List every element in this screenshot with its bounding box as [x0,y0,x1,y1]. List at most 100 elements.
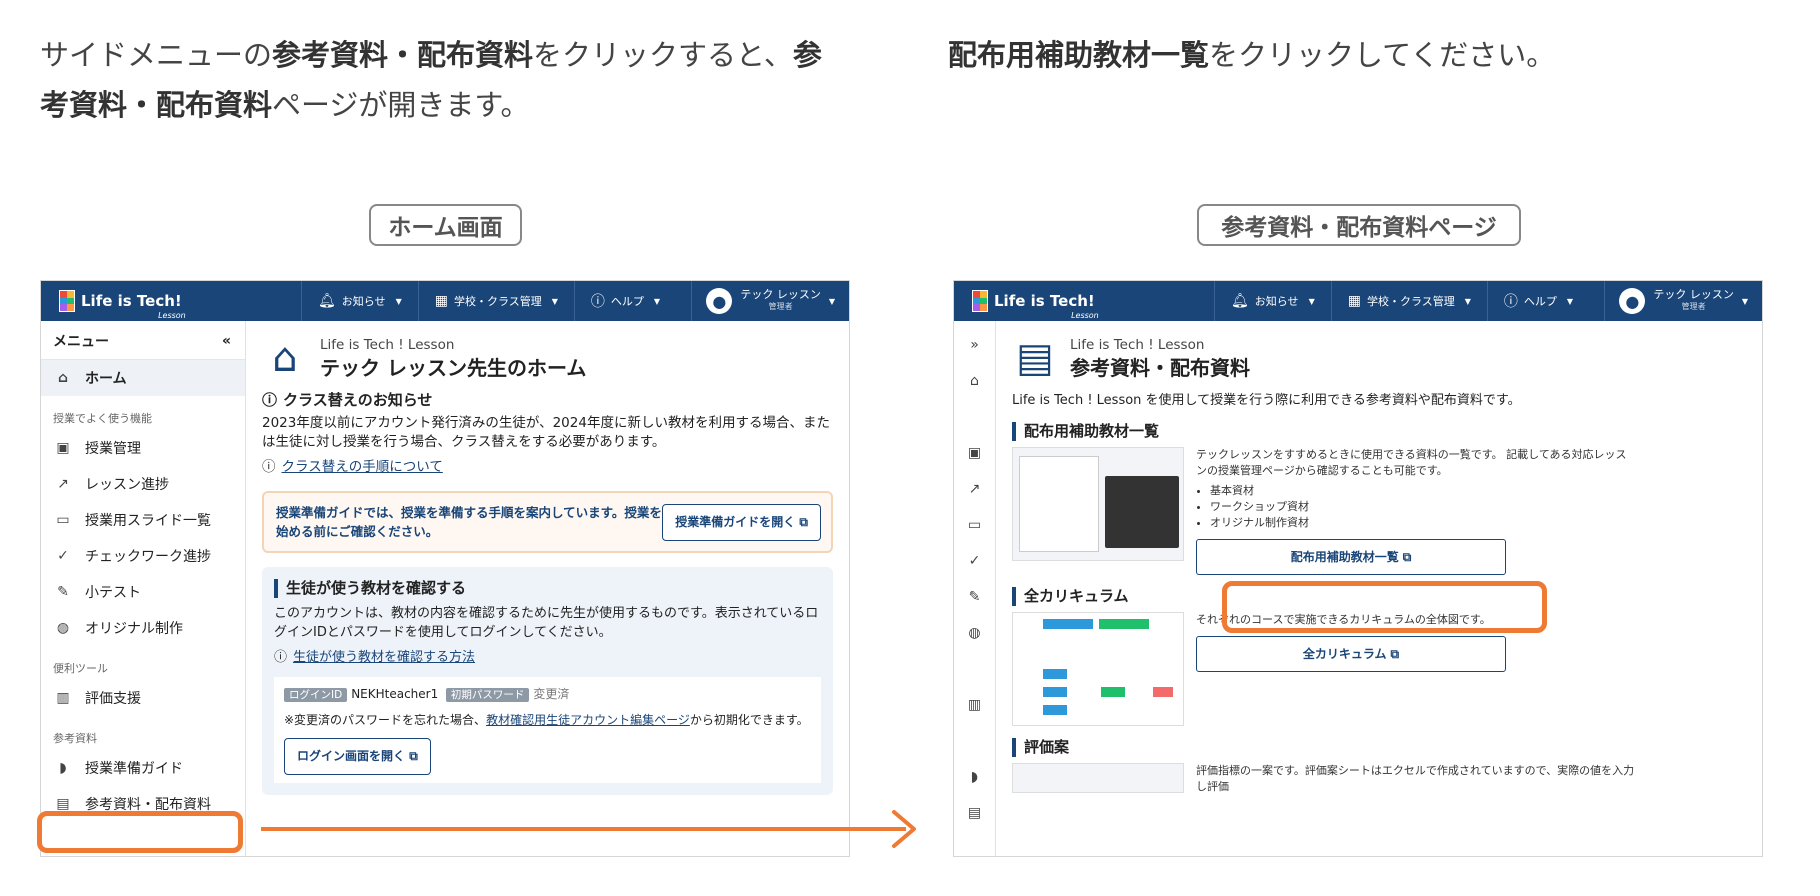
pencil-icon: ✎ [57,584,69,600]
sidebar-item-quiz[interactable]: ✎ 小テスト [41,574,245,610]
credentials-box: ログインID NEKHteacher1 初期パスワード 変更済 ※変更済のパスワード… [274,677,821,783]
help-icon: ⓘ [1503,294,1518,310]
materials-panel: 生徒が使う教材を確認する このアカウントは、教材の内容を確認するために先生が使用… [262,567,833,795]
page-title: テック レッスン先生のホーム [320,355,587,380]
logo[interactable]: Life is Tech! Lesson [954,281,1214,321]
sidebar-item-slides[interactable]: ▭ 授業用スライド一覧 [41,502,245,538]
notice-menu[interactable]: 🔔︎ お知らせ ▼ [301,281,418,321]
arrow-line [261,827,906,831]
presentation-icon: ▭ [56,512,70,528]
trend-icon[interactable]: ↗ [969,471,981,507]
bell-icon: 🔔︎ [1231,293,1249,309]
sidebar-item-home[interactable]: ⌂ ホーム [41,360,245,396]
sidebar-group-lesson: 授業でよく使う機能 [53,412,152,425]
login-screen-button[interactable]: ログイン画面を開く ⧉ [284,738,431,775]
avatar-icon: ● [706,288,733,314]
page-subtitle: Life is Tech ! Lesson [320,336,455,353]
page-title: 参考資料・配布資料 [1070,355,1250,380]
handouts-list-button[interactable]: 配布用補助教材一覧 ⧉ [1196,539,1506,575]
arrow-right-icon [892,810,916,848]
home-icon[interactable]: ⌂ [970,363,979,399]
terminal-icon[interactable]: ▣ [968,435,981,471]
sidebar-item-guide[interactable]: ◗ 授業準備ガイド [41,750,245,786]
sidebar: メニュー « ⌂ ホーム 授業でよく使う機能 ▣ 授業管理 ↗ レッスン進捗 ▭ 授業用ス… [41,321,246,856]
building-icon: ▦ [1347,293,1361,309]
chart-icon: ▥ [56,690,70,706]
home-icon: ⌂ [272,334,298,381]
chart-icon[interactable]: ▥ [968,687,981,723]
user-menu[interactable]: ● テック レッスン 管理者 ▼ [691,281,849,321]
caption-home: ホーム画面 [369,204,522,246]
section-title-evaluation: 評価案 [1012,738,1746,757]
sidebar-item-class-management[interactable]: ▣ 授業管理 [41,430,245,466]
expand-icon[interactable]: » [970,327,979,363]
pencil-icon[interactable]: ✎ [969,579,981,615]
check-circle-icon[interactable]: ✓ [969,543,981,579]
home-icon: ⌂ [57,370,69,386]
caret-down-icon: ▼ [1741,296,1748,306]
resources-screen: Life is Tech! Lesson 🔔︎ お知らせ ▼ ▦ 学校・クラス管理 ▼ ⓘ… [953,280,1763,857]
help-menu[interactable]: ⓘ ヘルプ ▼ [573,281,676,321]
document-edit-icon[interactable]: ▤ [968,795,981,831]
handouts-list: 基本資材 ワークショップ資材 オリジナル制作資材 [1196,483,1636,531]
curriculum-button[interactable]: 全カリキュラム ⧉ [1196,636,1506,672]
menu-title: メニュー [53,334,109,350]
logo[interactable]: Life is Tech! Lesson [41,281,301,321]
document-edit-icon: ▤ [1016,334,1054,381]
instruction-right: 配布用補助教材一覧をクリックしてください。 [948,38,1556,72]
notice-menu[interactable]: 🔔︎ お知らせ ▼ [1214,281,1331,321]
notice-text: 2023年度以前にアカウント発行済みの生徒が、2024年度に新しい教材を利用する… [262,415,830,450]
school-menu[interactable]: ▦ 学校・クラス管理 ▼ [1330,281,1487,321]
handouts-thumbnail [1012,447,1184,561]
question-icon: ⓘ [262,459,276,475]
collapse-icon[interactable]: « [222,333,231,349]
caret-down-icon: ▼ [653,296,661,306]
caret-down-icon: ▼ [1308,296,1315,306]
sidebar-item-evaluation[interactable]: ▥ 評価支援 [41,680,245,716]
palette-icon: ◍ [56,620,70,636]
help-menu[interactable]: ⓘ ヘルプ ▼ [1486,281,1589,321]
caret-down-icon: ▼ [551,296,558,306]
bell-icon: 🔔︎ [318,293,336,309]
guide-callout: 授業準備ガイドでは、授業を準備する手順を案内しています。授業を始める前にご確認く… [262,491,833,553]
home-main: ⌂ Life is Tech ! Lesson テック レッスン先生のホーム ⓘ ク… [246,321,849,856]
instruction-left: サイドメニューの参考資料・配布資料をクリックすると、参考資料・配布資料ページが開… [40,38,822,122]
question-icon: ⓘ [274,650,288,665]
evaluation-thumbnail [1012,763,1184,793]
page-subtitle: Life is Tech ! Lesson [1070,336,1205,353]
highlight-handouts-button [1222,581,1547,633]
caret-down-icon: ▼ [1566,296,1574,306]
notice-title: クラス替えのお知らせ [283,391,433,409]
logo-icon [972,290,988,312]
handouts-description: テックレッスンをすすめるときに使用できる資料の一覧です。 記載してある対応レッス… [1196,448,1627,477]
caret-down-icon: ▼ [395,296,402,306]
panel-text: このアカウントは、教材の内容を確認するために先生が使用するものです。表示されてい… [274,606,819,640]
trend-icon: ↗ [57,476,69,492]
shield-icon[interactable]: ◗ [971,759,978,795]
sidebar-item-original[interactable]: ◍ オリジナル制作 [41,610,245,646]
palette-icon[interactable]: ◍ [968,615,980,651]
logo-icon [59,290,75,312]
shield-icon: ◗ [59,760,67,776]
materials-howto-link[interactable]: 生徒が使う教材を確認する方法 [293,648,475,667]
sidebar-item-lesson-progress[interactable]: ↗ レッスン進捗 [41,466,245,502]
avatar-icon: ● [1619,288,1646,314]
school-menu[interactable]: ▦ 学校・クラス管理 ▼ [417,281,574,321]
home-screen: Life is Tech! Lesson 🔔︎ お知らせ ▼ ▦ 学校・クラス管理 ▼ ⓘ… [40,280,850,857]
caret-down-icon: ▼ [828,296,835,306]
class-change-link[interactable]: クラス替えの手順について [282,458,443,477]
sidebar-item-checkwork[interactable]: ✓ チェックワーク進捗 [41,538,245,574]
app-header: Life is Tech! Lesson 🔔︎ お知らせ ▼ ▦ 学校・クラス管理 ▼ ⓘ… [41,281,849,321]
highlight-sidebar-resources [37,811,243,853]
caption-resources: 参考資料・配布資料ページ [1197,204,1521,246]
alert-icon: ⓘ [262,391,278,409]
evaluation-description: 評価指標の一案です。評価案シートはエクセルで作成されていますので、実際の値を入力… [1196,764,1635,793]
collapsed-sidebar: » ⌂ ▣ ↗ ▭ ✓ ✎ ◍ ▥ ◗ ▤ [954,321,996,856]
presentation-icon[interactable]: ▭ [968,507,981,543]
open-guide-button[interactable]: 授業準備ガイドを開く ⧉ [662,503,821,541]
section-title-handouts: 配布用補助教材一覧 [1012,422,1746,441]
user-menu[interactable]: ● テック レッスン 管理者 ▼ [1604,281,1762,321]
check-circle-icon: ✓ [57,548,69,564]
student-account-edit-link[interactable]: 教材確認用生徒アカウント編集ページ [486,713,690,727]
sidebar-group-reference: 参考資料 [53,732,97,745]
